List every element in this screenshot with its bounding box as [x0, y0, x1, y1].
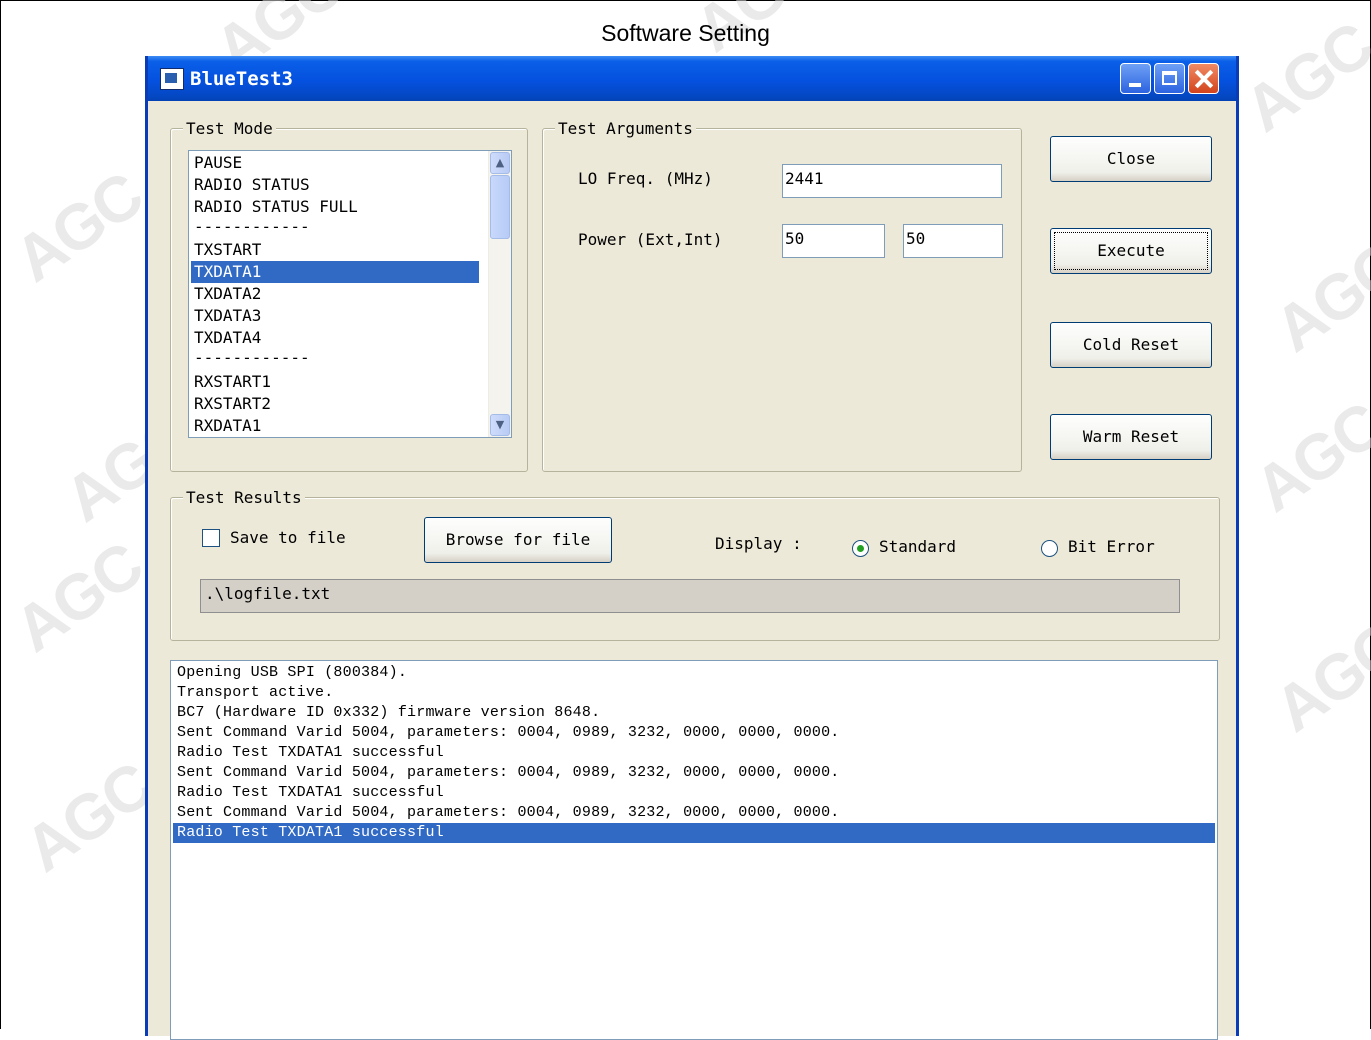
window-title: BlueTest3 [190, 68, 293, 90]
app-window-icon [160, 68, 184, 90]
list-item[interactable]: RXDATA1 [191, 415, 479, 437]
test-results-group: Test Results [170, 488, 1220, 641]
log-line: Sent Command Varid 5004, parameters: 000… [177, 764, 840, 781]
log-output[interactable]: Opening USB SPI (800384). Transport acti… [170, 660, 1218, 1040]
log-line: BC7 (Hardware ID 0x332) firmware version… [177, 704, 601, 721]
test-mode-listbox[interactable]: PAUSE RADIO STATUS RADIO STATUS FULL ---… [188, 150, 512, 438]
bluetest-window: BlueTest3 Test Mode PAUSE RADIO STATUS R… [145, 56, 1239, 1040]
test-results-label: Test Results [183, 488, 305, 507]
log-line: Transport active. [177, 684, 334, 701]
cold-reset-button[interactable]: Cold Reset [1050, 322, 1212, 368]
list-item[interactable]: TXSTART [191, 239, 479, 261]
execute-button-label: Execute [1097, 241, 1165, 260]
list-item[interactable]: RXSTART1 [191, 371, 479, 393]
lo-freq-input[interactable]: 2441 [782, 164, 1002, 198]
log-line: Radio Test TXDATA1 successful [177, 744, 444, 761]
cold-reset-button-label: Cold Reset [1082, 335, 1180, 354]
list-item[interactable]: RADIO STATUS FULL [191, 196, 479, 218]
list-item[interactable]: TXDATA3 [191, 305, 479, 327]
execute-button[interactable]: Execute [1050, 228, 1212, 274]
window-titlebar[interactable]: BlueTest3 [148, 56, 1236, 101]
chevron-down-icon[interactable]: ▼ [490, 414, 510, 436]
save-to-file-label: Save to file [230, 528, 346, 547]
display-standard-label: Standard [879, 537, 957, 556]
log-file-path-field[interactable]: .\logfile.txt [200, 579, 1180, 613]
list-item-selected[interactable]: TXDATA1 [191, 261, 479, 283]
chevron-up-icon[interactable]: ▲ [490, 152, 510, 174]
list-separator[interactable]: ------------ [191, 347, 479, 369]
power-ext-input[interactable]: 50 [782, 224, 885, 258]
list-item[interactable]: TXDATA4 [191, 327, 479, 349]
log-line: Radio Test TXDATA1 successful [177, 784, 444, 801]
display-label: Display : [715, 534, 802, 553]
list-item[interactable]: TXDATA2 [191, 283, 479, 305]
warm-reset-button[interactable]: Warm Reset [1050, 414, 1212, 460]
display-bit-error-label: Bit Error [1068, 537, 1155, 556]
warm-reset-button-label: Warm Reset [1082, 427, 1180, 446]
power-int-input[interactable]: 50 [903, 224, 1003, 258]
test-arguments-label: Test Arguments [555, 119, 696, 138]
test-mode-label: Test Mode [183, 119, 276, 138]
browse-button-label: Browse for file [445, 530, 591, 549]
log-line-selected[interactable]: Radio Test TXDATA1 successful [173, 823, 1215, 843]
save-to-file-checkbox[interactable] [202, 529, 220, 547]
list-separator[interactable]: ------------ [191, 216, 479, 238]
close-button-label: Close [1106, 149, 1156, 168]
minimize-icon[interactable] [1120, 63, 1151, 94]
list-item[interactable]: RXSTART2 [191, 393, 479, 415]
log-line: Opening USB SPI (800384). [177, 664, 408, 681]
display-bit-error-radio[interactable] [1041, 540, 1058, 557]
list-item[interactable]: PAUSE [191, 152, 479, 174]
display-standard-radio[interactable] [852, 540, 869, 557]
test-mode-scrollbar[interactable]: ▲ ▼ [488, 151, 511, 437]
close-button[interactable]: Close [1050, 136, 1212, 182]
browse-for-file-button[interactable]: Browse for file [424, 517, 612, 563]
log-line: Sent Command Varid 5004, parameters: 000… [177, 724, 840, 741]
power-label: Power (Ext,Int) [578, 230, 723, 249]
log-line: Sent Command Varid 5004, parameters: 000… [177, 804, 840, 821]
lo-freq-label: LO Freq. (MHz) [578, 169, 713, 188]
maximize-icon[interactable] [1154, 63, 1185, 94]
list-item[interactable]: RADIO STATUS [191, 174, 479, 196]
page-title: Software Setting [601, 20, 770, 46]
close-icon[interactable] [1188, 63, 1219, 94]
scrollbar-thumb[interactable] [490, 175, 510, 239]
